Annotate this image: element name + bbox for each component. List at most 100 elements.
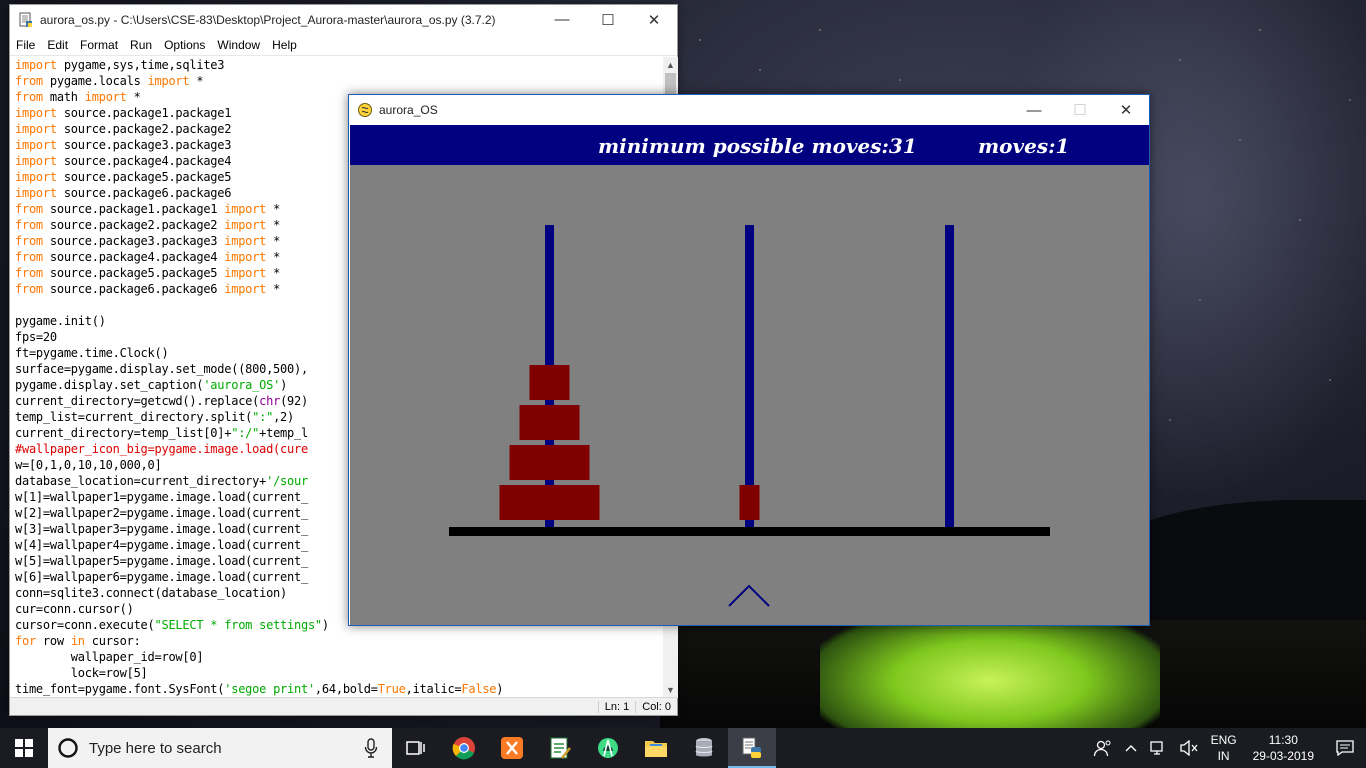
code-token: import bbox=[84, 90, 127, 104]
code-line[interactable]: lock=row[5] bbox=[10, 665, 663, 681]
code-token: pygame.init() bbox=[15, 314, 106, 328]
disk[interactable] bbox=[509, 445, 590, 480]
minimize-button[interactable]: — bbox=[539, 5, 585, 34]
code-token: from bbox=[15, 218, 43, 232]
code-token: ) bbox=[496, 682, 504, 696]
code-line[interactable]: import pygame,sys,time,sqlite3 bbox=[10, 57, 663, 73]
disk[interactable] bbox=[739, 485, 760, 520]
chrome-icon[interactable] bbox=[440, 728, 488, 768]
code-token: ) bbox=[321, 618, 329, 632]
code-token: from bbox=[15, 282, 43, 296]
disk[interactable] bbox=[499, 485, 600, 520]
code-token: cur=conn.cursor() bbox=[15, 602, 134, 616]
code-line[interactable]: wallpaper_id=row[0] bbox=[10, 649, 663, 665]
code-line[interactable]: from pygame.locals import * bbox=[10, 73, 663, 89]
code-token: w[5]=wallpaper5=pygame.image.load(curren… bbox=[15, 554, 308, 568]
menu-help[interactable]: Help bbox=[266, 38, 303, 52]
menu-options[interactable]: Options bbox=[158, 38, 211, 52]
task-view-icon[interactable] bbox=[392, 728, 440, 768]
xampp-icon[interactable] bbox=[488, 728, 536, 768]
game-window[interactable]: aurora_OS — ☐ ✕ minimum possible moves:3… bbox=[348, 94, 1150, 626]
code-token: pygame.display.set_caption( bbox=[15, 378, 204, 392]
code-token: source.package2.package2 bbox=[42, 218, 225, 232]
close-button[interactable]: ✕ bbox=[631, 5, 677, 34]
code-token: source.package5.package5 bbox=[56, 170, 232, 184]
action-center-icon[interactable] bbox=[1324, 728, 1366, 768]
clock-date: 29-03-2019 bbox=[1252, 749, 1314, 763]
network-icon[interactable] bbox=[1143, 728, 1173, 768]
people-icon[interactable] bbox=[1087, 728, 1119, 768]
code-token: current_directory=temp_list[0]+ bbox=[15, 426, 232, 440]
code-token: * bbox=[266, 234, 281, 248]
search-placeholder: Type here to search bbox=[89, 739, 222, 757]
start-button[interactable] bbox=[0, 728, 48, 768]
code-token: for bbox=[15, 634, 36, 648]
show-hidden-icons-chevron-icon[interactable] bbox=[1119, 728, 1143, 768]
code-token: row bbox=[35, 634, 71, 648]
code-token: * bbox=[189, 74, 204, 88]
code-token: current_directory=getcwd().replace( bbox=[15, 394, 260, 408]
code-token: fps=20 bbox=[15, 330, 57, 344]
game-canvas[interactable]: minimum possible moves:31 moves:1 bbox=[350, 125, 1149, 625]
code-token: from bbox=[15, 74, 43, 88]
code-token: w[2]=wallpaper2=pygame.image.load(curren… bbox=[15, 506, 308, 520]
disk[interactable] bbox=[529, 365, 570, 400]
code-line[interactable]: time_font=pygame.font.SysFont('segoe pri… bbox=[10, 681, 663, 697]
android-studio-icon[interactable] bbox=[584, 728, 632, 768]
code-token: import bbox=[224, 202, 267, 216]
code-token: * bbox=[266, 282, 281, 296]
game-titlebar[interactable]: aurora_OS — ☐ ✕ bbox=[349, 95, 1149, 125]
game-minimize-button[interactable]: — bbox=[1011, 95, 1057, 125]
code-token: import bbox=[15, 138, 57, 152]
code-token: import bbox=[15, 186, 57, 200]
code-token: conn=sqlite3.connect(database_location) bbox=[15, 586, 288, 600]
menu-format[interactable]: Format bbox=[74, 38, 124, 52]
code-token: import bbox=[224, 218, 267, 232]
code-token: source.package4.package4 bbox=[42, 250, 225, 264]
code-token: import bbox=[15, 170, 57, 184]
python-idle-icon[interactable] bbox=[728, 728, 776, 768]
code-token: from bbox=[15, 266, 43, 280]
game-title: aurora_OS bbox=[379, 103, 438, 117]
taskbar-search[interactable]: Type here to search bbox=[48, 728, 392, 768]
wallpaper-tent bbox=[820, 610, 1160, 728]
taskbar: Type here to search ENG IN 11:30 29-03-2… bbox=[0, 728, 1366, 768]
file-explorer-icon[interactable] bbox=[632, 728, 680, 768]
scroll-up-arrow-icon[interactable]: ▲ bbox=[663, 57, 678, 73]
peg-middle[interactable] bbox=[745, 225, 754, 527]
disk[interactable] bbox=[519, 405, 580, 440]
code-token: from bbox=[15, 90, 43, 104]
code-token: import bbox=[224, 266, 267, 280]
code-token: source.package1.package1 bbox=[56, 106, 232, 120]
microphone-icon[interactable] bbox=[364, 738, 378, 758]
menu-window[interactable]: Window bbox=[211, 38, 266, 52]
notepad-icon[interactable] bbox=[536, 728, 584, 768]
maximize-button[interactable]: ☐ bbox=[585, 5, 631, 34]
code-token: cursor: bbox=[84, 634, 141, 648]
code-token: * bbox=[266, 218, 281, 232]
code-token: source.package1.package1 bbox=[42, 202, 225, 216]
menu-file[interactable]: File bbox=[10, 38, 41, 52]
code-token: "SELECT * from settings" bbox=[154, 618, 323, 632]
menu-run[interactable]: Run bbox=[124, 38, 158, 52]
code-token: ft=pygame.time.Clock() bbox=[15, 346, 169, 360]
language-indicator[interactable]: ENG IN bbox=[1205, 728, 1243, 768]
code-token: w[1]=wallpaper1=pygame.image.load(curren… bbox=[15, 490, 308, 504]
peg-right[interactable] bbox=[945, 225, 954, 527]
editor-statusbar: Ln: 1 Col: 0 bbox=[10, 697, 677, 715]
code-token: ) bbox=[280, 378, 288, 392]
scroll-down-arrow-icon[interactable]: ▼ bbox=[663, 682, 678, 698]
code-token: database_location=current_directory+ bbox=[15, 474, 267, 488]
code-token: from bbox=[15, 250, 43, 264]
code-token: time_font=pygame.font.SysFont( bbox=[15, 682, 225, 696]
volume-muted-icon[interactable] bbox=[1173, 728, 1205, 768]
database-icon[interactable] bbox=[680, 728, 728, 768]
game-close-button[interactable]: ✕ bbox=[1103, 95, 1149, 125]
menu-edit[interactable]: Edit bbox=[41, 38, 74, 52]
code-line[interactable]: for row in cursor: bbox=[10, 633, 663, 649]
code-token: from bbox=[15, 202, 43, 216]
editor-titlebar[interactable]: aurora_os.py - C:\Users\CSE-83\Desktop\P… bbox=[10, 5, 677, 34]
code-token: cursor=conn.execute( bbox=[15, 618, 155, 632]
region-code: IN bbox=[1217, 749, 1230, 763]
clock[interactable]: 11:30 29-03-2019 bbox=[1243, 728, 1324, 768]
